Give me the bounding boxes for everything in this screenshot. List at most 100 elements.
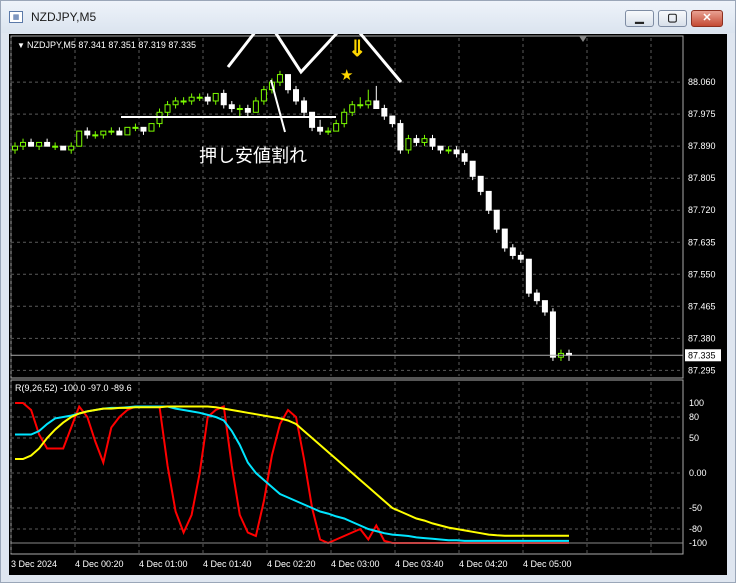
price-tick-label: 87.975 — [688, 109, 716, 119]
price-tick-label: 87.550 — [688, 269, 716, 279]
candle-body — [341, 111, 348, 125]
chart-svg[interactable]: 88.060 87.975 87.890 87.805 87.720 87.635 87.5… — [9, 15, 727, 575]
time-tick-label: 4 Dec 04:20 — [459, 559, 508, 569]
price-tick-label: 87.720 — [688, 205, 716, 215]
support-break-label: 押し安値割れ — [199, 146, 307, 166]
time-tick-label: 4 Dec 03:00 — [331, 559, 380, 569]
candle-body — [84, 130, 91, 136]
candle-body — [397, 123, 404, 151]
price-tick-label: 87.295 — [688, 365, 716, 375]
candle-body — [92, 134, 99, 137]
time-tick-label: 4 Dec 01:00 — [139, 559, 188, 569]
indicator-tick-label: -50 — [689, 503, 702, 513]
candle-body — [405, 138, 412, 151]
maximize-button[interactable]: ▢ — [658, 10, 687, 27]
indicator-series-line — [15, 405, 569, 542]
candle-body — [317, 126, 324, 132]
candle-body — [349, 104, 356, 113]
candle-body — [220, 92, 227, 106]
candle-body — [445, 149, 452, 152]
window-title: NZDJPY,M5 — [31, 10, 97, 24]
price-pane-dropdown-icon[interactable]: ▼ — [17, 41, 25, 50]
candle-body — [124, 126, 131, 136]
double-top-zigzag — [226, 15, 403, 83]
minimize-button[interactable]: ▁ — [625, 10, 654, 27]
candle-body — [236, 108, 243, 111]
candle-body — [437, 145, 444, 151]
time-tick-label: 4 Dec 01:40 — [203, 559, 252, 569]
title-bar[interactable]: ▦ NZDJPY,M5 ▁ ▢ ✕ — [1, 1, 735, 33]
chart-area[interactable]: 88.060 87.975 87.890 87.805 87.720 87.635 87.5… — [9, 15, 727, 575]
chart-window: ▦ NZDJPY,M5 ▁ ▢ ✕ 88.060 87.975 87.890 87.8… — [0, 0, 736, 583]
star-icon: ★ — [340, 67, 353, 84]
price-tick-label: 87.635 — [688, 237, 716, 247]
close-button[interactable]: ✕ — [691, 10, 723, 27]
price-tick-label: 88.060 — [688, 77, 716, 87]
candle-body — [549, 311, 556, 358]
candle-body — [196, 96, 203, 99]
candle-body — [373, 100, 380, 110]
candle-body — [52, 145, 59, 148]
candle-body — [188, 96, 195, 102]
candle-body — [76, 130, 83, 147]
candle-body — [252, 100, 259, 113]
candle-body — [461, 153, 468, 162]
candle-body — [533, 292, 540, 302]
candle-body — [20, 141, 27, 147]
indicator-tick-label: 0.00 — [689, 468, 707, 478]
candle-body — [421, 138, 428, 143]
candle-body — [12, 145, 18, 151]
indicator-pane-border — [10, 379, 684, 555]
indicator-tick-label: 80 — [689, 412, 699, 422]
candle-body — [164, 104, 171, 113]
price-axis: 88.060 87.975 87.890 87.805 87.720 87.635 87.5… — [685, 77, 721, 375]
price-tick-label: 87.805 — [688, 173, 716, 183]
candle-body — [140, 126, 147, 132]
candle-body — [148, 123, 155, 132]
candle-body — [501, 228, 508, 249]
current-price-label: 87.335 — [688, 350, 716, 360]
price-tick-label: 87.890 — [688, 141, 716, 151]
chart-shift-icon[interactable] — [579, 36, 587, 42]
candle-body — [172, 100, 179, 106]
candle-body — [284, 74, 291, 91]
price-pane-border — [10, 35, 684, 379]
time-tick-label: 4 Dec 05:00 — [523, 559, 572, 569]
time-axis: 3 Dec 2024 4 Dec 00:20 4 Dec 01:00 4 Dec 01… — [11, 559, 572, 569]
candle-body — [357, 104, 364, 107]
price-tick-label: 87.380 — [688, 333, 716, 343]
indicator-tick-label: -80 — [689, 524, 702, 534]
candle-body — [44, 141, 51, 147]
candle-body — [116, 130, 123, 136]
candle-body — [212, 92, 219, 102]
down-arrow-icon: ⇓ — [348, 36, 366, 61]
candle-body — [333, 123, 340, 132]
candle-body — [517, 254, 524, 260]
indicator-series-line — [15, 405, 569, 537]
time-tick-label: 4 Dec 00:20 — [75, 559, 124, 569]
candle-body — [100, 130, 107, 136]
candle-body — [485, 190, 492, 211]
price-tick-label: 87.465 — [688, 301, 716, 311]
time-tick-label: 4 Dec 03:40 — [395, 559, 444, 569]
candle-body — [244, 108, 251, 113]
candle-body — [301, 100, 308, 113]
candle-body — [28, 141, 35, 147]
minimize-icon: ▁ — [635, 12, 644, 24]
price-grid — [10, 38, 683, 376]
candle-body — [365, 100, 372, 106]
candle-body — [260, 89, 267, 102]
candle-body — [68, 145, 75, 151]
candle-body — [325, 130, 332, 133]
chart-window-icon: ▦ — [9, 11, 23, 23]
candle-body — [413, 138, 420, 143]
indicator-axis: 100 80 50 0.00 -50 -80 -100 — [689, 398, 707, 548]
candle-body — [60, 145, 67, 151]
candle-body — [108, 130, 115, 133]
candle-body — [293, 89, 300, 102]
candle-body — [132, 126, 139, 129]
indicator-pane-header: R(9,26,52) -100.0 -97.0 -89.6 — [15, 383, 132, 393]
candle-body — [429, 138, 436, 147]
time-tick-label: 4 Dec 02:20 — [267, 559, 316, 569]
candle-body — [493, 209, 500, 230]
